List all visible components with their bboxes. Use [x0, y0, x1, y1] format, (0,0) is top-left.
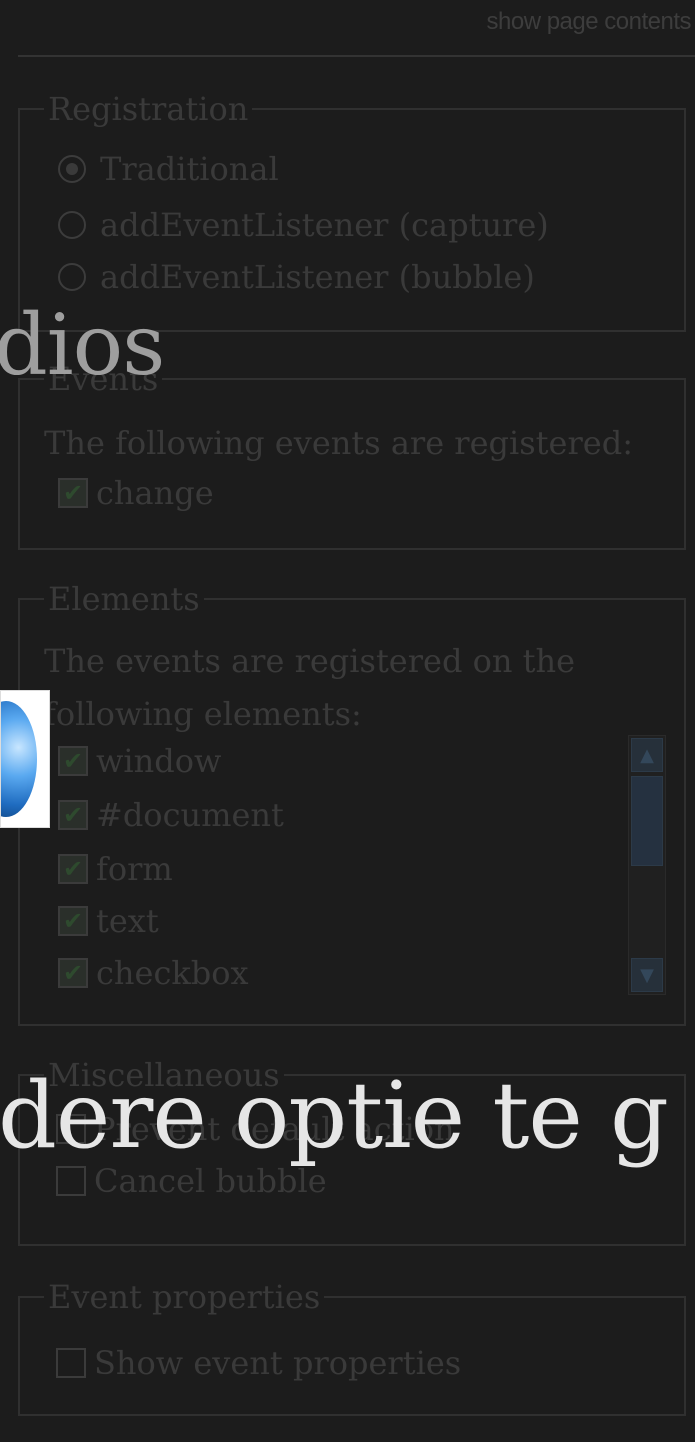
- checkbox-label: form: [96, 850, 173, 888]
- elements-scrollbar[interactable]: ▲ ▼: [628, 735, 666, 995]
- scrollbar-thumb[interactable]: [631, 776, 663, 866]
- events-description: The following events are registered:: [44, 424, 633, 462]
- radio-label: addEventListener (capture): [100, 206, 549, 244]
- element-window-checkbox[interactable]: ✔ window: [58, 742, 221, 780]
- event-change-checkbox[interactable]: ✔ change: [58, 474, 214, 512]
- checkmark-icon[interactable]: ✔: [58, 478, 88, 508]
- blue-sphere-graphic: [1, 701, 37, 817]
- show-event-properties-checkbox[interactable]: Show event properties: [56, 1344, 461, 1382]
- checkbox-label: change: [96, 474, 214, 512]
- checkbox-label: window: [96, 742, 222, 780]
- radio-icon[interactable]: [58, 211, 86, 239]
- checkbox-label: #document: [96, 796, 284, 834]
- checkmark-icon[interactable]: ✔: [58, 746, 88, 776]
- registration-legend: Registration: [48, 90, 249, 128]
- elements-legend: Elements: [48, 580, 200, 618]
- checkbox-label: text: [96, 902, 159, 940]
- element-checkbox-checkbox[interactable]: ✔ checkbox: [58, 954, 249, 992]
- checkbox-icon[interactable]: [56, 1348, 86, 1378]
- checkbox-label: Show event properties: [94, 1344, 462, 1382]
- element-document-checkbox[interactable]: ✔ #document: [58, 796, 284, 834]
- checkbox-label: checkbox: [96, 954, 249, 992]
- partial-image: [0, 690, 50, 828]
- overlay-caption-bottom: dere optie te g: [0, 1062, 669, 1169]
- top-bar: show page contents: [0, 0, 695, 50]
- elements-description-line1: The events are registered on the: [44, 642, 576, 680]
- radio-label: Traditional: [100, 150, 279, 188]
- elements-description-line2: following elements:: [44, 695, 362, 733]
- show-page-contents-link[interactable]: show page contents: [487, 8, 692, 36]
- radio-icon[interactable]: [58, 263, 86, 291]
- checkmark-icon[interactable]: ✔: [58, 906, 88, 936]
- radio-traditional[interactable]: Traditional: [58, 150, 279, 188]
- radio-bubble[interactable]: addEventListener (bubble): [58, 258, 535, 296]
- top-divider: [18, 55, 695, 57]
- arrow-up-icon[interactable]: ▲: [631, 738, 663, 772]
- checkmark-icon[interactable]: ✔: [58, 854, 88, 884]
- event-properties-legend: Event properties: [48, 1278, 321, 1316]
- radio-label: addEventListener (bubble): [100, 258, 535, 296]
- element-text-checkbox[interactable]: ✔ text: [58, 902, 159, 940]
- checkbox-icon[interactable]: [56, 1166, 86, 1196]
- checkmark-icon[interactable]: ✔: [58, 800, 88, 830]
- element-form-checkbox[interactable]: ✔ form: [58, 850, 173, 888]
- checkmark-icon[interactable]: ✔: [58, 958, 88, 988]
- arrow-down-icon[interactable]: ▼: [631, 958, 663, 992]
- radio-capture[interactable]: addEventListener (capture): [58, 206, 549, 244]
- radio-icon-selected[interactable]: [58, 155, 86, 183]
- overlay-caption-top: dios: [0, 296, 165, 394]
